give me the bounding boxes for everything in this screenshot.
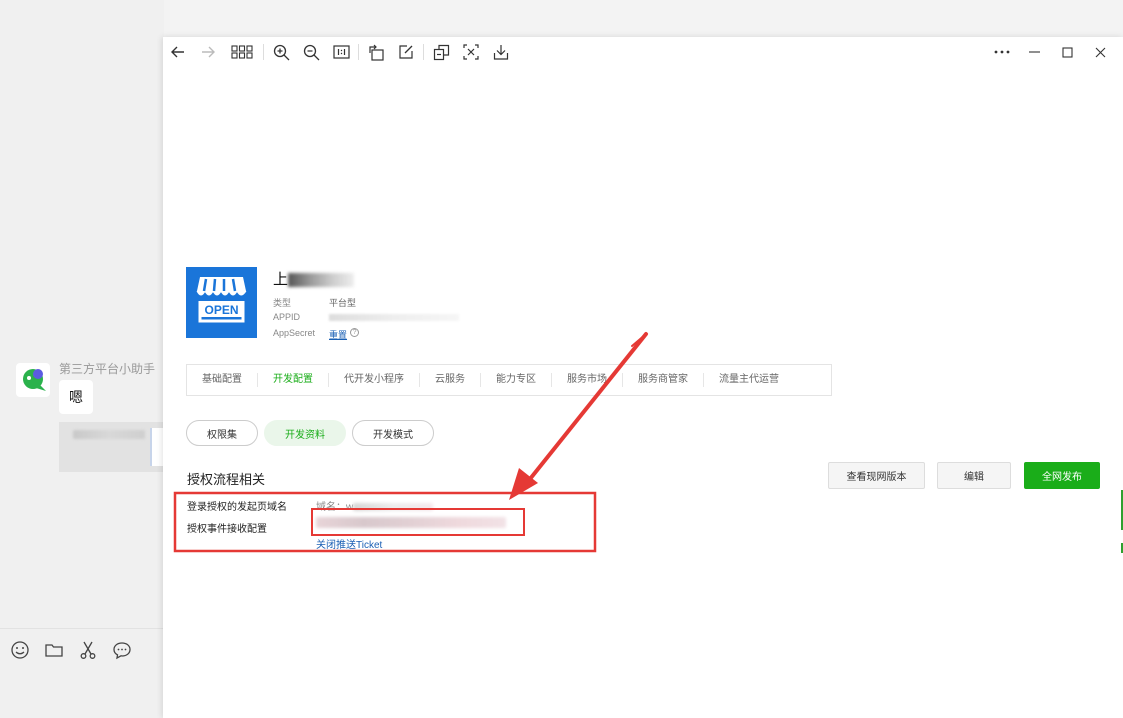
actual-size-button[interactable] bbox=[326, 37, 356, 67]
meta-secret-row: AppSecret 重置 ? bbox=[273, 328, 360, 341]
actual-size-icon bbox=[332, 45, 350, 59]
type-value: 平台型 bbox=[329, 298, 357, 308]
chat-divider bbox=[0, 628, 164, 629]
sub-tab-pills: 权限集 开发资料 开发模式 bbox=[186, 420, 434, 446]
minimize-button[interactable] bbox=[1018, 37, 1051, 67]
event-config-label: 授权事件接收配置 bbox=[187, 524, 267, 535]
chat-sender-name: 第三方平台小助手 bbox=[59, 362, 156, 376]
text-recognize-button[interactable] bbox=[456, 37, 486, 67]
rotate-icon bbox=[368, 44, 384, 61]
platform-name-prefix: 上 bbox=[273, 271, 289, 288]
section-title: 授权流程相关 bbox=[187, 472, 266, 487]
close-icon bbox=[1095, 47, 1106, 57]
pill-dev-info[interactable]: 开发资料 bbox=[264, 420, 346, 446]
logo-text: OPEN bbox=[204, 303, 238, 317]
chat-bubble-icon[interactable] bbox=[112, 640, 132, 660]
tab-provider-manager[interactable]: 服务商管家 bbox=[623, 373, 704, 387]
chat-message-bubble[interactable]: 嗯 bbox=[59, 380, 93, 414]
close-button[interactable] bbox=[1084, 37, 1117, 67]
toolbar-divider bbox=[423, 44, 424, 60]
pill-permission-set[interactable]: 权限集 bbox=[186, 420, 258, 446]
assistant-avatar[interactable] bbox=[16, 363, 50, 397]
secret-label: AppSecret bbox=[273, 328, 316, 338]
minimize-icon bbox=[1029, 51, 1040, 53]
back-button[interactable] bbox=[163, 37, 193, 67]
redacted-platform-name bbox=[288, 273, 355, 288]
download-button[interactable] bbox=[486, 37, 516, 67]
zoom-in-icon bbox=[273, 44, 289, 60]
tab-traffic-operation[interactable]: 流量主代运营 bbox=[704, 373, 794, 387]
download-icon bbox=[493, 45, 509, 60]
chat-toolbar bbox=[10, 640, 132, 660]
open-store-icon: OPEN bbox=[196, 277, 247, 323]
window-controls bbox=[985, 37, 1117, 67]
chat-pane: 第三方平台小助手 嗯 bbox=[0, 0, 164, 718]
appid-label: APPID bbox=[273, 312, 301, 322]
tab-miniprogram-dev[interactable]: 代开发小程序 bbox=[329, 373, 420, 387]
rotate-button[interactable] bbox=[361, 37, 391, 67]
type-label: 类型 bbox=[273, 298, 292, 308]
event-config-value bbox=[316, 517, 506, 528]
maximize-button[interactable] bbox=[1051, 37, 1084, 67]
tab-capability-zone[interactable]: 能力专区 bbox=[481, 373, 552, 387]
redacted-domain bbox=[353, 503, 434, 512]
more-icon bbox=[994, 50, 1009, 54]
tab-cloud-service[interactable]: 云服务 bbox=[420, 373, 481, 387]
thumbnails-button[interactable] bbox=[223, 37, 261, 67]
zoom-in-button[interactable] bbox=[266, 37, 296, 67]
view-live-version-button[interactable]: 查看现网版本 bbox=[828, 462, 925, 489]
close-ticket-push-link[interactable]: 关闭推送Ticket bbox=[316, 536, 382, 551]
meta-appid-row: APPID bbox=[273, 312, 459, 322]
redacted-appid bbox=[329, 314, 459, 321]
domain-config-value: 域名：w bbox=[316, 498, 434, 513]
tab-dev-config[interactable]: 开发配置 bbox=[258, 373, 329, 387]
platform-logo: OPEN bbox=[186, 267, 257, 338]
zoom-out-button[interactable] bbox=[296, 37, 326, 67]
more-button[interactable] bbox=[985, 37, 1018, 67]
domain-prefix: 域名：w bbox=[316, 502, 354, 513]
copy-button[interactable] bbox=[426, 37, 456, 67]
redacted-file-name bbox=[73, 430, 145, 439]
publish-all-button[interactable]: 全网发布 bbox=[1024, 462, 1100, 489]
zoom-out-icon bbox=[303, 44, 319, 60]
pill-dev-mode[interactable]: 开发模式 bbox=[352, 420, 434, 446]
edit-button[interactable] bbox=[391, 37, 421, 67]
tab-service-market[interactable]: 服务市场 bbox=[552, 373, 623, 387]
assistant-logo-icon bbox=[23, 369, 46, 391]
copy-icon bbox=[433, 44, 449, 60]
file-thumbnail bbox=[150, 428, 164, 466]
redacted-event-url bbox=[316, 517, 506, 528]
chat-file-card[interactable] bbox=[59, 422, 164, 472]
forward-button[interactable] bbox=[193, 37, 223, 67]
platform-name: 上 bbox=[273, 268, 355, 289]
emoji-icon[interactable] bbox=[10, 640, 30, 660]
folder-icon[interactable] bbox=[44, 640, 64, 660]
text-recognize-icon bbox=[463, 44, 479, 60]
reset-secret-link[interactable]: 重置 bbox=[329, 328, 347, 341]
forward-arrow-icon bbox=[202, 46, 215, 58]
maximize-icon bbox=[1062, 46, 1073, 58]
grid-icon bbox=[231, 45, 253, 59]
main-tab-bar: 基础配置 开发配置 代开发小程序 云服务 能力专区 服务市场 服务商管家 流量主… bbox=[186, 364, 832, 396]
image-viewer-window: OPEN 上 类型 平台型 APPID AppSecret 重置 ? 基础配置 … bbox=[163, 37, 1123, 718]
back-arrow-icon bbox=[171, 46, 184, 58]
viewer-toolbar bbox=[163, 37, 1123, 67]
tab-basic-config[interactable]: 基础配置 bbox=[187, 373, 258, 387]
edit-button[interactable]: 编辑 bbox=[937, 462, 1011, 489]
toolbar-divider bbox=[358, 44, 359, 60]
help-icon[interactable]: ? bbox=[350, 328, 360, 337]
scissors-icon[interactable] bbox=[78, 640, 98, 660]
edit-icon bbox=[399, 45, 413, 59]
meta-type-row: 类型 平台型 bbox=[273, 296, 356, 309]
domain-config-label: 登录授权的发起页域名 bbox=[187, 502, 287, 513]
toolbar-divider bbox=[263, 44, 264, 60]
